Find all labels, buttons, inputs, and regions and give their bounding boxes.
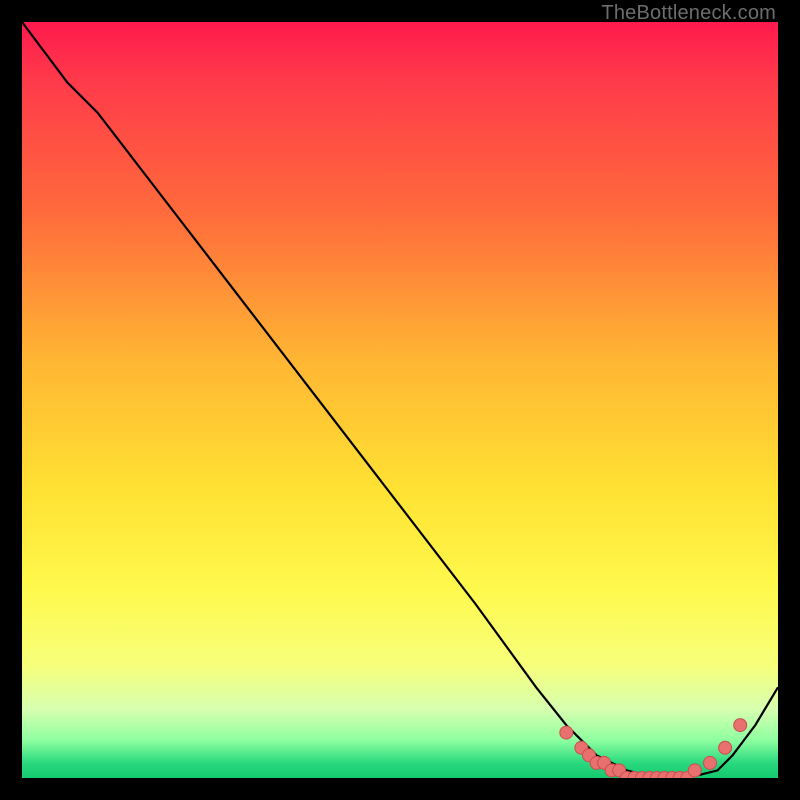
watermark-text: TheBottleneck.com bbox=[601, 2, 776, 25]
chart-frame: TheBottleneck.com bbox=[0, 0, 800, 800]
marker-dot bbox=[734, 719, 747, 732]
marker-dot bbox=[719, 741, 732, 754]
marker-dot bbox=[704, 756, 717, 769]
marker-dot bbox=[560, 726, 573, 739]
marker-dot bbox=[688, 764, 701, 777]
curve-layer bbox=[22, 22, 778, 778]
plot-area bbox=[22, 22, 778, 778]
bottleneck-curve bbox=[22, 22, 778, 778]
